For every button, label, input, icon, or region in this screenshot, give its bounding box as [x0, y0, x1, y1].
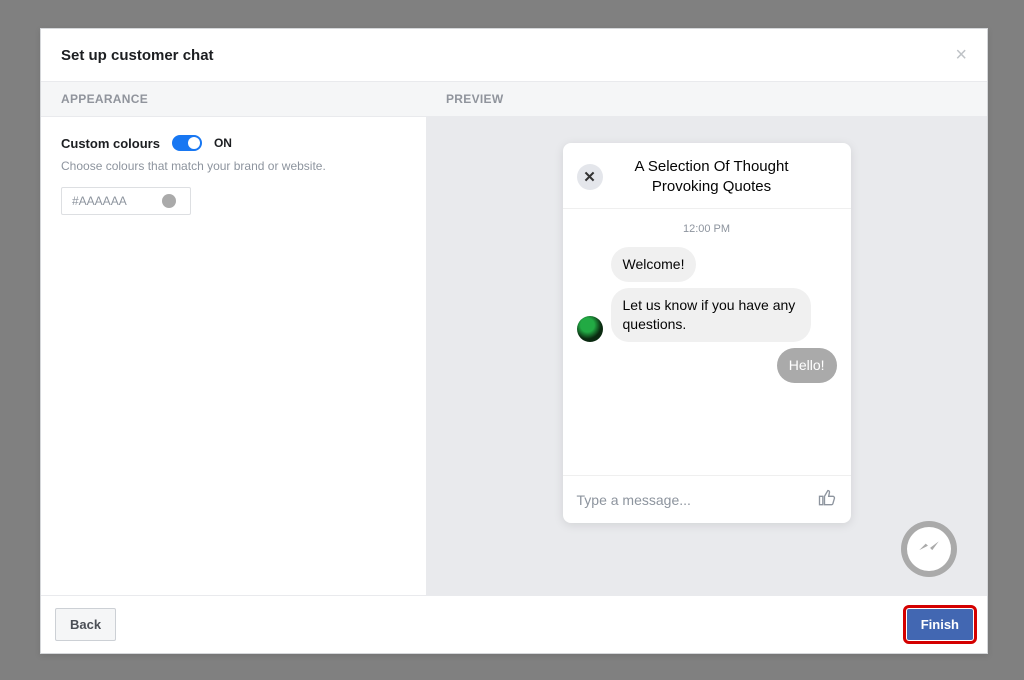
avatar: [577, 316, 603, 342]
appearance-panel: Custom colours ON Choose colours that ma…: [41, 117, 426, 595]
modal-footer: Back Finish: [41, 595, 987, 653]
modal-title: Set up customer chat: [61, 47, 214, 64]
finish-button[interactable]: Finish: [907, 609, 973, 640]
message-row: Let us know if you have any questions.: [577, 288, 837, 342]
chat-input-bar[interactable]: Type a message...: [563, 475, 851, 523]
colour-hex-input[interactable]: [72, 194, 152, 208]
preview-header: PREVIEW: [426, 82, 987, 116]
message-bubble-sent: Hello!: [777, 348, 837, 383]
close-icon[interactable]: ×: [955, 45, 967, 65]
custom-colours-toggle[interactable]: [172, 135, 202, 151]
toggle-knob: [188, 137, 200, 149]
message-row-sent: Hello!: [577, 348, 837, 383]
colour-swatch[interactable]: [162, 194, 176, 208]
message-bubble: Let us know if you have any questions.: [611, 288, 811, 342]
chat-header: ✕ A Selection Of Thought Provoking Quote…: [563, 143, 851, 209]
chat-input-placeholder: Type a message...: [577, 492, 691, 508]
thumbs-up-icon[interactable]: [817, 488, 837, 511]
custom-colours-hint: Choose colours that match your brand or …: [61, 159, 406, 173]
messenger-icon: [907, 527, 951, 571]
preview-panel: ✕ A Selection Of Thought Provoking Quote…: [426, 117, 987, 595]
setup-modal: Set up customer chat × APPEARANCE PREVIE…: [40, 28, 988, 654]
modal-body: Custom colours ON Choose colours that ma…: [41, 117, 987, 595]
chat-close-icon[interactable]: ✕: [577, 164, 603, 190]
appearance-header: APPEARANCE: [41, 82, 426, 116]
custom-colours-row: Custom colours ON: [61, 135, 406, 151]
chat-title: A Selection Of Thought Provoking Quotes: [613, 157, 837, 196]
messenger-fab[interactable]: [901, 521, 957, 577]
chat-preview-card: ✕ A Selection Of Thought Provoking Quote…: [563, 143, 851, 523]
toggle-state-label: ON: [214, 136, 232, 150]
modal-header: Set up customer chat ×: [41, 29, 987, 82]
message-row: Welcome!: [577, 247, 837, 282]
custom-colours-label: Custom colours: [61, 136, 160, 151]
back-button[interactable]: Back: [55, 608, 116, 641]
colour-input-wrapper[interactable]: [61, 187, 191, 215]
chat-body: 12:00 PM Welcome! Let us know if you hav…: [563, 209, 851, 475]
message-bubble: Welcome!: [611, 247, 697, 282]
chat-timestamp: 12:00 PM: [577, 223, 837, 235]
columns-header: APPEARANCE PREVIEW: [41, 82, 987, 117]
